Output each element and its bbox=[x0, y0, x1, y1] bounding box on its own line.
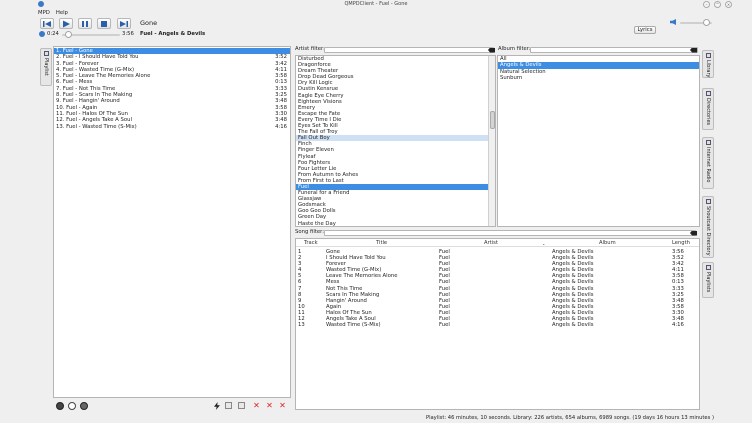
playlist-list: 1. Fuel - Gone 2. Fuel - I Should Have To… bbox=[54, 48, 290, 130]
song-title: Wasted Time (S-Mix) bbox=[326, 322, 381, 329]
album-filter-input[interactable] bbox=[530, 47, 698, 53]
playlist-item-title: 7. Fuel - Not This Time bbox=[56, 85, 116, 92]
artist-scroll-thumb[interactable] bbox=[490, 111, 495, 129]
previous-button[interactable] bbox=[40, 18, 54, 29]
artist-filter-input[interactable] bbox=[324, 47, 494, 53]
tab-internet-radio-label: Internet Radio bbox=[705, 147, 711, 183]
song-table: Track Title Artist ⌄ Album Length 1 Gone F… bbox=[295, 238, 700, 410]
playlist-item-title: 12. Fuel - Angels Take A Soul bbox=[56, 117, 132, 124]
crop-icon[interactable]: ✕ bbox=[266, 402, 273, 410]
now-playing-info: Fuel - Angels & Devils bbox=[140, 31, 206, 37]
list-item[interactable]: 13. Fuel - Wasted Time (S-Mix) 4:16 bbox=[54, 124, 290, 130]
playlist-panel: 1. Fuel - Gone 2. Fuel - I Should Have To… bbox=[53, 46, 291, 398]
artist-list-panel: Disturbed Dragonforce Dream Theater Drop De… bbox=[295, 55, 496, 227]
tab-library-label: Library bbox=[705, 60, 711, 78]
tab-shoutcast-label: Shoutcast Directory bbox=[705, 206, 711, 256]
table-row[interactable]: 13 Wasted Time (S-Mix) Fuel Angels & Devils… bbox=[296, 322, 699, 328]
tab-playlists[interactable]: Playlists bbox=[702, 262, 714, 298]
app-icon bbox=[38, 1, 44, 7]
load-playlist-icon[interactable] bbox=[238, 402, 245, 409]
playlist-item-title: 9. Fuel - Hangin' Around bbox=[56, 98, 120, 105]
column-length[interactable]: Length bbox=[672, 240, 690, 247]
menu-mpd[interactable]: MPD bbox=[38, 10, 50, 16]
menu-help[interactable]: Help bbox=[56, 10, 68, 16]
playlist-item-title: 8. Fuel - Scars In The Making bbox=[56, 92, 133, 99]
next-icon bbox=[120, 21, 128, 27]
album-list-panel: All Angels & Devils Natural Selection Sunbu… bbox=[497, 55, 700, 227]
tab-directories[interactable]: Directories bbox=[702, 88, 714, 130]
progress-slider-handle[interactable] bbox=[64, 30, 72, 38]
column-track[interactable]: Track bbox=[304, 240, 318, 247]
stop-icon bbox=[101, 21, 107, 27]
artist-list: Disturbed Dragonforce Dream Theater Drop De… bbox=[296, 56, 488, 226]
menu-bar: MPD Help bbox=[38, 9, 74, 17]
tab-shoutcast[interactable]: Shoutcast Directory bbox=[702, 196, 714, 258]
sort-chevron-icon: ⌄ bbox=[542, 241, 546, 246]
column-album[interactable]: Album bbox=[599, 240, 616, 247]
close-icon[interactable]: × bbox=[725, 1, 732, 8]
minimize-icon[interactable]: – bbox=[703, 1, 710, 8]
current-song-title: Gone bbox=[140, 19, 158, 27]
previous-icon bbox=[43, 21, 51, 27]
artist-scrollbar[interactable] bbox=[488, 56, 495, 226]
random-icon[interactable] bbox=[56, 402, 64, 410]
repeat-icon[interactable] bbox=[68, 402, 76, 410]
song-track: 13 bbox=[298, 322, 305, 329]
save-playlist-icon[interactable] bbox=[225, 402, 232, 409]
tab-library[interactable]: Library bbox=[702, 50, 714, 78]
tab-directories-label: Directories bbox=[705, 98, 711, 126]
remove-selected-icon[interactable]: ✕ bbox=[253, 402, 260, 410]
play-icon bbox=[63, 20, 70, 28]
playlist-item-title: 10. Fuel - Again bbox=[56, 104, 98, 111]
elapsed-time: 0:24 bbox=[47, 31, 59, 37]
stop-button[interactable] bbox=[97, 18, 111, 29]
song-album: Angels & Devils bbox=[552, 322, 594, 329]
artist-filter-label: Artist filter: bbox=[295, 46, 325, 52]
column-artist[interactable]: Artist bbox=[484, 240, 498, 247]
playlist-item-title: 3. Fuel - Forever bbox=[56, 60, 99, 67]
song-filter-input[interactable] bbox=[324, 230, 696, 236]
tab-playlist[interactable]: Playlist bbox=[40, 48, 52, 86]
volume-slider-handle[interactable] bbox=[703, 18, 710, 26]
clock-icon bbox=[39, 31, 45, 37]
playlist-item-title: 11. Fuel - Halos Of The Sun bbox=[56, 110, 128, 117]
play-button[interactable] bbox=[59, 18, 73, 29]
playlist-item-title: 1. Fuel - Gone bbox=[56, 48, 93, 54]
song-table-body: 1 Gone Fuel Angels & Devils 3:56 2 I Should Ha… bbox=[296, 249, 699, 328]
album-list: All Angels & Devils Natural Selection Sunbu… bbox=[498, 56, 699, 81]
column-title[interactable]: Title bbox=[376, 240, 387, 247]
album-filter-label: Album filter: bbox=[498, 46, 531, 52]
album-item[interactable]: Sunburn bbox=[498, 75, 699, 81]
playlist-item-title: 2. Fuel - I Should Have Told You bbox=[56, 54, 139, 61]
tab-internet-radio[interactable]: Internet Radio bbox=[702, 137, 714, 189]
artist-item[interactable]: Haste the Day bbox=[296, 221, 488, 226]
status-bar: Playlist: 46 minutes, 10 seconds. Librar… bbox=[425, 415, 714, 421]
lyrics-button[interactable]: Lyrics bbox=[634, 26, 656, 34]
song-artist: Fuel bbox=[439, 322, 450, 329]
playlist-item-title: 6. Fuel - Mess bbox=[56, 79, 93, 86]
tab-playlists-label: Playlists bbox=[705, 272, 711, 293]
tab-playlist-label: Playlist bbox=[43, 58, 49, 76]
song-filter-label: Song filter: bbox=[295, 229, 325, 235]
clear-playlist-icon[interactable]: ✕ bbox=[279, 402, 286, 410]
pause-button[interactable] bbox=[78, 18, 92, 29]
pause-icon bbox=[82, 21, 88, 27]
settings-icon[interactable] bbox=[80, 402, 88, 410]
maximize-icon[interactable]: ^ bbox=[714, 1, 721, 8]
playlist-item-time: 4:16 bbox=[275, 123, 287, 130]
playlist-item-title: 5. Fuel - Leave The Memories Alone bbox=[56, 73, 151, 80]
total-time: 3:56 bbox=[122, 31, 134, 37]
song-table-header: Track Title Artist ⌄ Album Length bbox=[296, 240, 699, 247]
next-button[interactable] bbox=[117, 18, 131, 29]
song-length: 4:16 bbox=[672, 322, 684, 329]
playlist-item-title: 13. Fuel - Wasted Time (S-Mix) bbox=[56, 123, 137, 130]
playlist-item-title: 4. Fuel - Wasted Time (G-Mix) bbox=[56, 66, 135, 73]
window-title: QMPDClient - Fuel - Gone bbox=[344, 1, 408, 7]
